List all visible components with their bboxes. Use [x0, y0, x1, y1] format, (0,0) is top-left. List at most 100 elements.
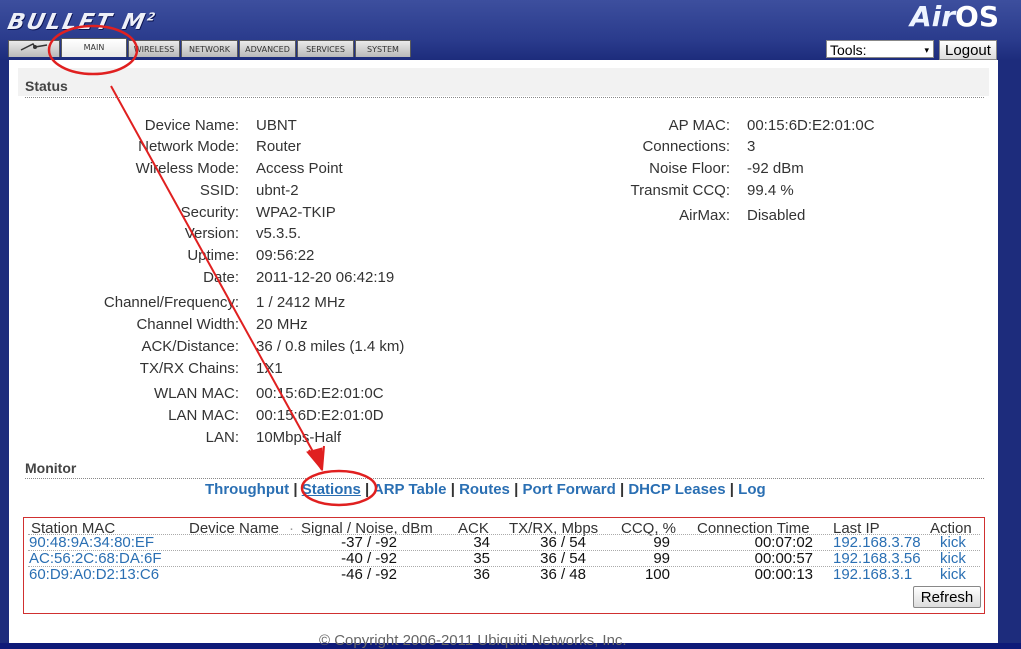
left-label: LAN MAC:: [168, 407, 239, 424]
left-value: 20 MHz: [256, 316, 308, 333]
txrx-cell: 36 / 54: [540, 550, 586, 567]
left-label: Version:: [184, 225, 239, 242]
connection-time-cell: 00:00:57: [754, 550, 813, 567]
right-label: Transmit CCQ:: [630, 182, 730, 199]
left-value: 10Mbps-Half: [256, 429, 342, 446]
ccq-cell: 99: [653, 534, 670, 551]
status-title: Status: [25, 78, 68, 94]
right-value: -92 dBm: [747, 160, 804, 177]
ubiquiti-logo-icon: [20, 43, 48, 51]
left-value: 00:15:6D:E2:01:0C: [256, 385, 384, 402]
refresh-button[interactable]: Refresh: [913, 586, 981, 608]
right-label: Connections:: [642, 138, 730, 155]
right-label: Noise Floor:: [649, 160, 730, 177]
right-value: 00:15:6D:E2:01:0C: [747, 117, 875, 134]
kick-link[interactable]: kick: [940, 567, 966, 583]
txrx-cell: 36 / 54: [540, 534, 586, 551]
station-mac-link[interactable]: AC:56:2C:68:DA:6F: [29, 551, 162, 567]
left-value: 00:15:6D:E2:01:0D: [256, 407, 384, 424]
link-separator: |: [619, 481, 625, 498]
left-label: Device Name:: [144, 117, 239, 134]
stations-table: Station MAC Device Name · Signal / Noise…: [23, 517, 985, 614]
link-dhcp-leases[interactable]: DHCP Leases: [628, 481, 725, 498]
left-value: v5.3.5.: [256, 225, 302, 242]
chevron-down-icon: ▾: [924, 45, 929, 55]
left-value: 1 / 2412 MHz: [256, 294, 346, 311]
monitor-title: Monitor: [25, 460, 77, 476]
link-arp-table[interactable]: ARP Table: [373, 481, 447, 498]
tab-ubiquiti-logo[interactable]: [8, 40, 60, 57]
right-label: AirMax:: [679, 207, 730, 224]
signal-noise-cell: -46 / -92: [341, 566, 397, 583]
left-label: Security:: [180, 204, 239, 221]
bullet-m2-logo: BULLET M2: [5, 10, 157, 35]
right-label: AP MAC:: [668, 117, 730, 134]
signal-noise-cell: -37 / -92: [341, 534, 397, 551]
right-value: 3: [747, 138, 756, 155]
station-mac-link[interactable]: 90:48:9A:34:80:EF: [29, 535, 154, 551]
left-label: Wireless Mode:: [135, 160, 239, 177]
main-tabs: MAIN WIRELESS NETWORK ADVANCED SERVICES …: [8, 38, 412, 58]
kick-link[interactable]: kick: [940, 535, 966, 551]
left-value: Router: [256, 138, 302, 155]
link-routes[interactable]: Routes: [459, 481, 510, 498]
connection-time-cell: 00:07:02: [754, 534, 813, 551]
copyright: © Copyright 2006-2011 Ubiquiti Networks,…: [319, 632, 627, 649]
link-separator: |: [514, 481, 519, 498]
left-label: Date:: [203, 269, 239, 286]
link-stations[interactable]: Stations: [302, 481, 361, 498]
ccq-cell: 100: [644, 566, 670, 583]
left-label: Channel/Frequency:: [103, 294, 239, 311]
left-value: 09:56:22: [256, 247, 315, 264]
link-separator: |: [365, 481, 370, 498]
tools-select[interactable]: Tools: ▾: [826, 40, 934, 58]
kick-link[interactable]: kick: [940, 551, 966, 567]
left-value: 2011-12-20 06:42:19: [256, 269, 395, 286]
ack-cell: 34: [473, 534, 490, 551]
main-panel: Status Device Name: UBNT Network Mode: Rout…: [9, 60, 998, 649]
left-value: WPA2-TKIP: [256, 204, 336, 221]
monitor-divider: [25, 478, 984, 479]
ccq-cell: 99: [653, 550, 670, 567]
left-label: LAN:: [205, 429, 239, 446]
monitor-links: Throughput | Stations | ARP Table | Rout…: [205, 481, 766, 498]
station-mac-link[interactable]: 60:D9:A0:D2:13:C6: [29, 567, 159, 583]
tab-advanced[interactable]: ADVANCED: [239, 40, 296, 57]
last-ip-link[interactable]: 192.168.3.1: [833, 567, 912, 583]
tab-system[interactable]: SYSTEM: [355, 40, 411, 57]
left-label: SSID:: [199, 182, 239, 199]
logout-button[interactable]: Logout: [939, 40, 997, 60]
left-label: Uptime:: [187, 247, 239, 264]
last-ip-link[interactable]: 192.168.3.78: [833, 535, 921, 551]
left-value: Access Point: [256, 160, 343, 177]
ack-cell: 35: [473, 550, 490, 567]
link-separator: |: [729, 481, 734, 498]
ack-cell: 36: [473, 566, 490, 583]
link-port-forward[interactable]: Port Forward: [522, 481, 615, 498]
left-label: ACK/Distance:: [141, 338, 239, 355]
right-value: 99.4 %: [747, 182, 794, 199]
tab-network[interactable]: NETWORK: [181, 40, 238, 57]
connection-time-cell: 00:00:13: [754, 566, 813, 583]
status-divider: [25, 97, 984, 98]
link-log[interactable]: Log: [738, 481, 766, 498]
left-value: ubnt-2: [256, 182, 299, 199]
left-label: TX/RX Chains:: [139, 360, 239, 377]
link-throughput[interactable]: Throughput: [205, 481, 289, 498]
right-value: Disabled: [747, 207, 806, 224]
txrx-cell: 36 / 48: [540, 566, 586, 583]
left-label: WLAN MAC:: [153, 385, 239, 402]
link-separator: |: [293, 481, 298, 498]
signal-noise-cell: -40 / -92: [341, 550, 397, 567]
tab-wireless[interactable]: WIRELESS: [128, 40, 180, 57]
tab-services[interactable]: SERVICES: [297, 40, 354, 57]
tab-main[interactable]: MAIN: [61, 38, 127, 57]
last-ip-link[interactable]: 192.168.3.56: [833, 551, 921, 567]
status-header-bg: [18, 68, 989, 96]
left-label: Network Mode:: [138, 138, 239, 155]
left-value: 36 / 0.8 miles (1.4 km): [256, 338, 405, 355]
left-value: 1X1: [256, 360, 283, 377]
link-separator: |: [450, 481, 455, 498]
left-label: Channel Width:: [136, 316, 239, 333]
airos-logo: AirOS: [909, 0, 999, 33]
